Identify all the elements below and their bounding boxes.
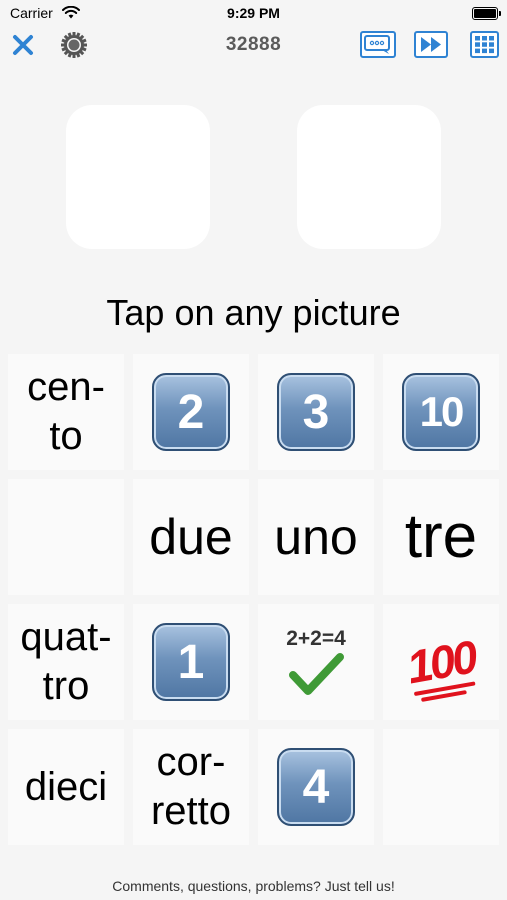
tile-word-line: tro — [42, 664, 90, 708]
hundred-points-icon: 100 — [403, 630, 479, 702]
picture-tile[interactable]: uno — [258, 479, 374, 595]
math-equation: 2+2=4 — [286, 627, 346, 650]
picture-tile[interactable]: 100 — [383, 604, 499, 720]
number-keycap: 4 — [277, 748, 355, 826]
picture-tile[interactable]: 4 — [258, 729, 374, 845]
tile-word-line: cor- — [156, 740, 226, 785]
number-keycap: 10 — [402, 373, 480, 451]
chat-button[interactable] — [360, 31, 396, 58]
picture-tile[interactable]: due — [133, 479, 249, 595]
math-check-picture: 2+2=4 — [286, 627, 346, 697]
picture-tile[interactable]: 10 — [383, 354, 499, 470]
picture-grid: cen-to 2 3 10 due uno tre quat-tro 1 2+2=4 100 diec… — [8, 354, 499, 845]
picture-tile — [383, 729, 499, 845]
clock: 9:29 PM — [227, 5, 280, 21]
picture-tile[interactable]: cor-retto — [133, 729, 249, 845]
answer-slot-left[interactable] — [66, 105, 210, 249]
number-keycap: 3 — [277, 373, 355, 451]
picture-tile[interactable]: 2 — [133, 354, 249, 470]
chat-bubble-icon — [364, 35, 390, 54]
toolbar: 32888 — [0, 26, 507, 66]
tile-word: tre — [404, 502, 478, 572]
feedback-link[interactable]: Comments, questions, problems? Just tell… — [0, 878, 507, 894]
tile-word-line: retto — [150, 789, 232, 833]
tile-word-line: quat- — [20, 615, 112, 660]
tile-word: quat-tro — [20, 613, 111, 711]
skip-button[interactable] — [414, 31, 448, 58]
score-counter: 32888 — [225, 34, 282, 55]
picture-tile[interactable]: dieci — [8, 729, 124, 845]
number-keycap: 1 — [152, 623, 230, 701]
picture-tile[interactable]: quat-tro — [8, 604, 124, 720]
tile-word: cor-retto — [151, 738, 231, 836]
picture-tile[interactable]: 3 — [258, 354, 374, 470]
instruction-text: Tap on any picture — [106, 292, 401, 333]
tile-word: uno — [274, 508, 358, 565]
check-mark-icon — [288, 653, 344, 695]
tile-word: cen-to — [27, 363, 105, 461]
app-screen: Carrier 9:29 PM 32888 Tap on any picture… — [0, 0, 507, 900]
number-keycap: 2 — [152, 373, 230, 451]
grid-icon — [475, 36, 494, 54]
close-icon[interactable] — [8, 30, 38, 60]
menu-grid-button[interactable] — [470, 31, 499, 58]
tile-word-line: cen- — [27, 365, 105, 410]
picture-tile — [8, 479, 124, 595]
picture-tile[interactable]: cen-to — [8, 354, 124, 470]
picture-tile[interactable]: tre — [383, 479, 499, 595]
settings-gear-icon[interactable] — [58, 29, 90, 61]
fast-forward-icon — [421, 37, 441, 52]
tile-word-line: to — [49, 414, 83, 458]
tile-word: dieci — [24, 764, 108, 809]
picture-tile[interactable]: 2+2=4 — [258, 604, 374, 720]
tile-word: due — [149, 508, 233, 565]
status-bar: Carrier 9:29 PM — [0, 0, 507, 26]
battery-icon — [472, 7, 501, 20]
picture-tile[interactable]: 1 — [133, 604, 249, 720]
answer-slot-right[interactable] — [297, 105, 441, 249]
